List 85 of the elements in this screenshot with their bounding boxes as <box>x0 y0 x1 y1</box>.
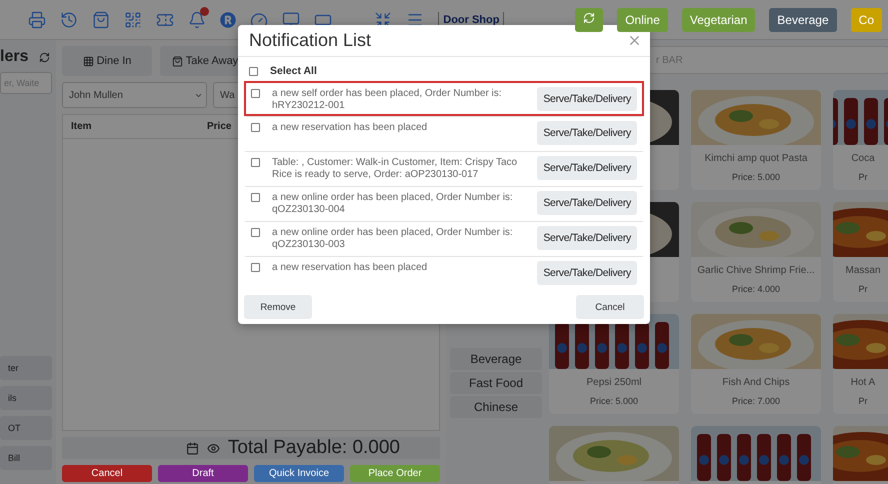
product-name: Fish And Chips <box>722 377 790 388</box>
product-price: Pr <box>858 284 868 294</box>
action-button[interactable]: Quick Invoice <box>254 465 344 482</box>
notification-text: a new self order has been placed, Order Number is: hRY230212-001 <box>272 87 503 112</box>
action-button[interactable]: Draft <box>158 465 248 482</box>
dialog-button[interactable]: Cancel <box>576 295 644 319</box>
notification-row[interactable]: a new reservation has been placed Serve/Take/Delivery <box>244 116 644 151</box>
registered-icon[interactable] <box>220 12 236 28</box>
notification-text: a new online order has been placed, Order Number is: qOZ230130-004 <box>272 191 514 216</box>
serve-button[interactable]: Serve/Take/Delivery <box>537 191 637 215</box>
serve-button[interactable]: Serve/Take/Delivery <box>537 226 637 250</box>
filter-button[interactable]: Co <box>850 8 882 32</box>
checkbox[interactable] <box>251 123 260 132</box>
notification-row[interactable]: a new online order has been placed, Order Number is: qOZ230130-003 Serve/Take/Delivery <box>244 221 644 256</box>
notification-text: Table: , Customer: Walk-in Customer, Item: Crispy Taco Rice is ready to serve, Order: aOP230130-017 <box>272 156 518 181</box>
product-name: Garlic Chive Shrimp Frie... <box>697 265 815 276</box>
notification-row[interactable]: Table: , Customer: Walk-in Customer, Item: Crispy Taco Rice is ready to serve, Order: aOP230130-017 Serve/Take/Delivery <box>244 151 644 186</box>
serve-button[interactable]: Serve/Take/Delivery <box>537 156 637 180</box>
total-payable: Total Payable: 0.000 <box>228 437 400 459</box>
product-card[interactable]: Fish And Chips Price: 7.000 <box>691 314 821 414</box>
select-all-label: Select All <box>270 65 317 77</box>
bag-icon <box>172 56 183 66</box>
category-button[interactable]: Fast Food <box>450 372 542 394</box>
column-header: Price <box>207 121 232 132</box>
category-button[interactable]: Beverage <box>450 348 542 370</box>
notification-row[interactable]: a new reservation has been placed Serve/Take/Delivery <box>244 256 644 291</box>
notification-text: a new online order has been placed, Order Number is: qOZ230130-003 <box>272 226 514 251</box>
checkbox[interactable] <box>251 158 260 167</box>
panel-title: lers <box>0 48 28 66</box>
product-price: Price: 4.000 <box>732 284 780 294</box>
close-button[interactable] <box>627 33 642 48</box>
customer-select[interactable]: John Mullen <box>62 82 207 108</box>
notification-text: a new reservation has been placed <box>272 261 428 274</box>
product-price: Price: 5.000 <box>590 396 638 406</box>
side-button[interactable]: ter <box>0 356 52 380</box>
serve-button[interactable]: Serve/Take/Delivery <box>537 261 637 285</box>
action-button[interactable]: Cancel <box>62 465 152 482</box>
product-card[interactable]: Pepsi 250ml Price: 5.000 <box>549 314 679 414</box>
product-name: Massan <box>845 265 880 276</box>
printer-icon[interactable] <box>28 10 46 28</box>
checkbox[interactable] <box>251 228 260 237</box>
eye-icon[interactable] <box>206 442 220 454</box>
category-button[interactable]: Chinese <box>450 396 542 418</box>
order-type-tab[interactable]: Dine In <box>62 46 152 76</box>
product-name: Coca <box>851 153 875 164</box>
qr-code-icon[interactable] <box>124 10 142 28</box>
bag-icon[interactable] <box>92 10 110 28</box>
table-icon <box>82 56 94 66</box>
checkbox[interactable] <box>251 263 260 272</box>
column-header: Item <box>71 121 93 132</box>
refresh-button[interactable] <box>575 8 604 32</box>
product-name: Kimchi amp quot Pasta <box>704 153 808 164</box>
product-card[interactable]: Kimchi amp quot Pasta Price: 5.000 <box>691 90 821 190</box>
product-name: Pepsi 250ml <box>586 377 642 388</box>
refresh-icon <box>583 12 596 24</box>
product-price: Price: 5.000 <box>732 172 780 182</box>
filter-button[interactable]: Vegetarian <box>682 8 756 32</box>
product-price: Pr <box>858 396 868 406</box>
product-card[interactable]: Garlic Chive Shrimp Frie... Price: 4.000 <box>691 202 821 302</box>
dialog-button[interactable]: Remove <box>244 295 312 319</box>
product-price: Price: 7.000 <box>732 396 780 406</box>
product-card[interactable]: Coca Pr <box>833 90 888 190</box>
serve-button[interactable]: Serve/Take/Delivery <box>537 121 637 145</box>
notification-row[interactable]: a new self order has been placed, Order Number is: hRY230212-001 Serve/Take/Delivery <box>244 81 644 116</box>
side-button[interactable]: OT <box>0 416 52 440</box>
product-card[interactable]: Massan Pr <box>833 202 888 302</box>
calendar-icon[interactable] <box>186 442 199 454</box>
checkbox[interactable] <box>251 89 260 98</box>
action-button[interactable]: Place Order <box>350 465 440 482</box>
checkbox[interactable] <box>249 66 258 76</box>
product-name: Hot A <box>850 377 876 388</box>
refresh-icon[interactable] <box>39 52 50 62</box>
filter-button[interactable]: Online <box>617 8 668 32</box>
dialog-title: Notification List <box>249 30 372 51</box>
side-button[interactable]: Bill <box>0 446 52 470</box>
checkbox[interactable] <box>251 193 260 202</box>
product-price: Pr <box>858 172 868 182</box>
serve-button[interactable]: Serve/Take/Delivery <box>537 87 637 111</box>
product-card[interactable]: Hot A Pr <box>833 314 888 414</box>
notification-row[interactable]: a new online order has been placed, Order Number is: qOZ230130-004 Serve/Take/Delivery <box>244 186 644 221</box>
side-button[interactable]: ils <box>0 386 52 410</box>
notification-text: a new reservation has been placed <box>272 121 428 134</box>
history-icon[interactable] <box>60 10 78 28</box>
bell-icon[interactable] <box>188 10 206 28</box>
filter-button[interactable]: Beverage <box>769 8 837 32</box>
